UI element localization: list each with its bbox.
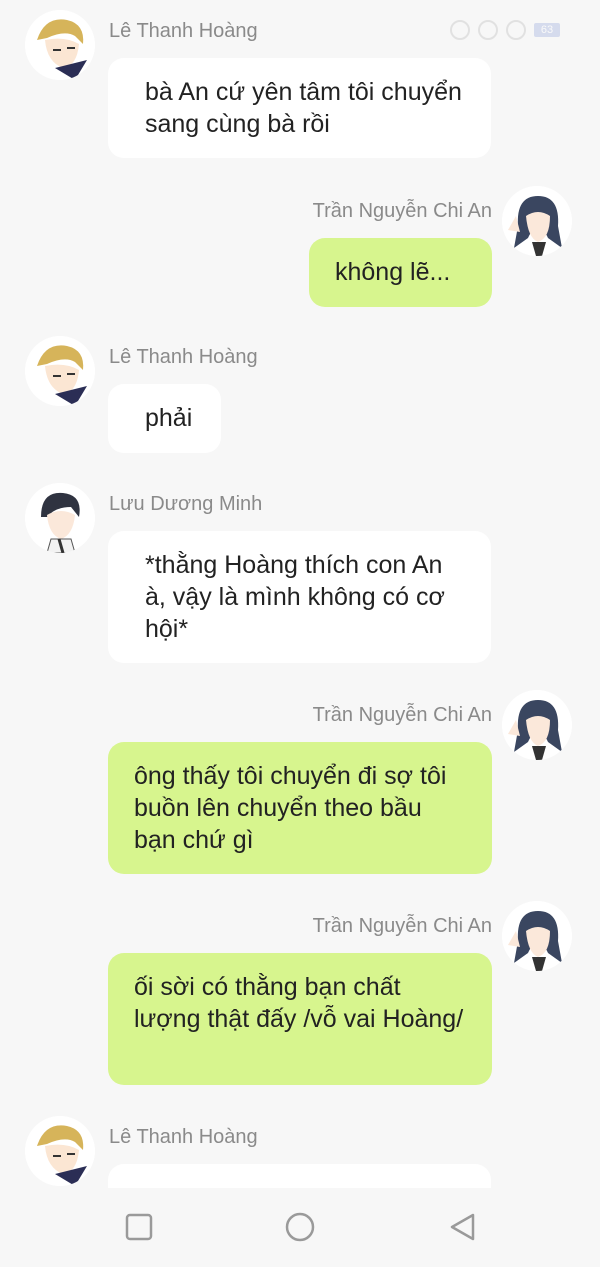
message-bubble[interactable]: không lẽ...: [309, 238, 492, 307]
sender-name: Lưu Dương Minh: [109, 493, 263, 515]
sender-name: Trần Nguyễn Chi An: [312, 915, 492, 937]
recent-apps-icon[interactable]: [124, 1212, 154, 1242]
chat-thread[interactable]: Lê Thanh Hoàng bà An cứ yên tâm tôi chuy…: [0, 0, 600, 1188]
sender-name: Lê Thanh Hoàng: [109, 346, 258, 368]
message-bubble[interactable]: phải: [108, 384, 221, 453]
dark-hair-girl-avatar[interactable]: [502, 901, 572, 971]
sender-name: Lê Thanh Hoàng: [109, 20, 258, 42]
home-icon[interactable]: [285, 1212, 315, 1242]
navigation-bar: [0, 1188, 600, 1267]
sender-name: Trần Nguyễn Chi An: [312, 200, 492, 222]
back-icon[interactable]: [448, 1212, 478, 1242]
sender-name: Lê Thanh Hoàng: [109, 1126, 258, 1148]
blond-boy-avatar[interactable]: [25, 336, 95, 406]
sender-name: Trần Nguyễn Chi An: [312, 704, 492, 726]
dark-hair-boy-avatar[interactable]: [25, 483, 95, 553]
message-bubble[interactable]: *thằng Hoàng thích con An à, vậy là mình…: [108, 531, 491, 663]
message-bubble[interactable]: ối sời có thằng bạn chất lượng thật đấy …: [108, 953, 492, 1085]
message-bubble[interactable]: ông thấy tôi chuyển đi sợ tôi buồn lên c…: [108, 742, 492, 874]
message-bubble[interactable]: bà An cứ yên tâm tôi chuyển sang cùng bà…: [108, 58, 491, 158]
dark-hair-girl-avatar[interactable]: [502, 690, 572, 760]
message-bubble[interactable]: [108, 1164, 491, 1188]
dark-hair-girl-avatar[interactable]: [502, 186, 572, 256]
blond-boy-avatar[interactable]: [25, 1116, 95, 1186]
blond-boy-avatar[interactable]: [25, 10, 95, 80]
